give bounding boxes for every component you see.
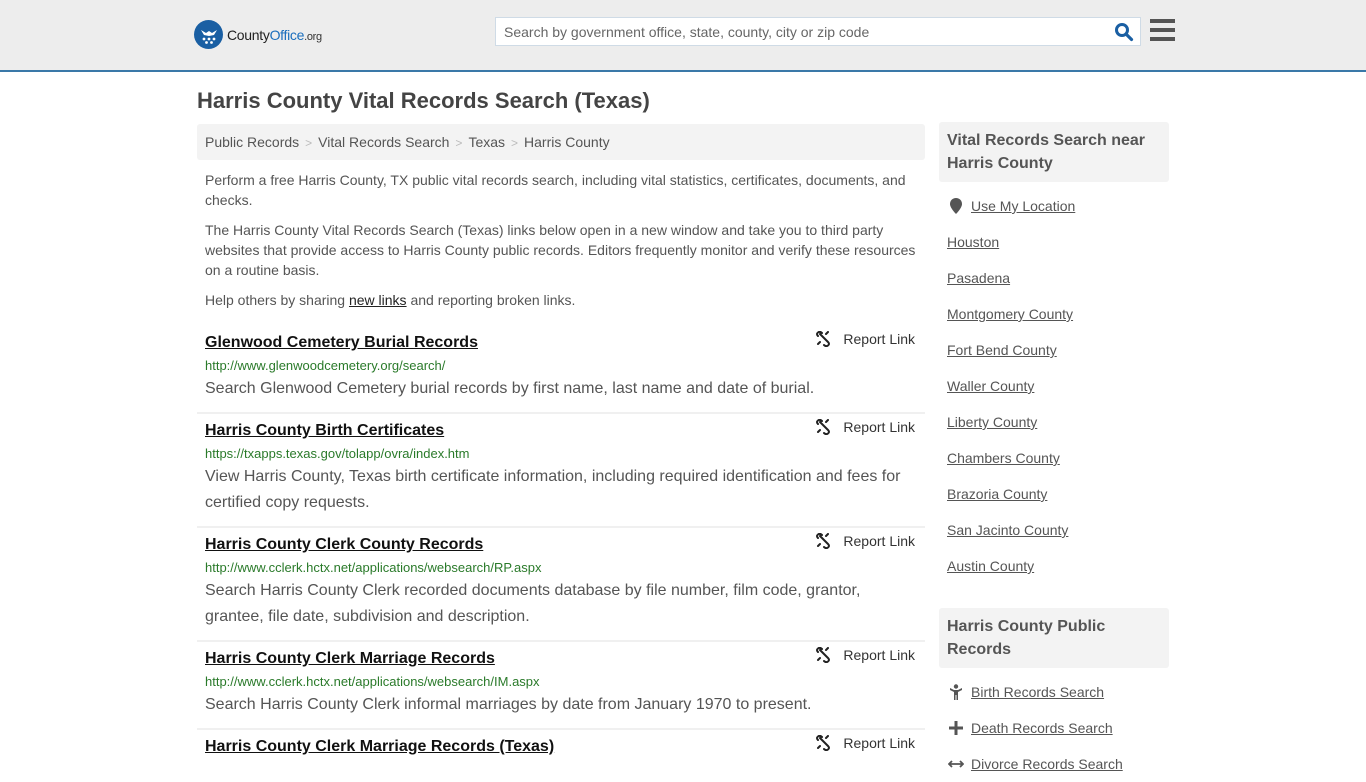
sidebar-item-death: Death Records Search xyxy=(947,710,1169,746)
nearby-link[interactable]: Waller County xyxy=(947,378,1034,394)
sidebar-item-austin: Austin County xyxy=(947,548,1169,584)
sidebar-item-chambers: Chambers County xyxy=(947,440,1169,476)
broken-link-icon xyxy=(816,647,831,663)
intro-paragraph: Help others by sharing new links and rep… xyxy=(205,292,576,308)
nearby-link[interactable]: Chambers County xyxy=(947,450,1060,466)
result-title-link[interactable]: Harris County Clerk Marriage Records (Te… xyxy=(205,736,554,758)
nearby-link[interactable]: Fort Bend County xyxy=(947,342,1057,358)
sidebar-public-records: Harris County Public Records Birth Recor… xyxy=(939,608,1169,782)
list-item: Harris County Birth Certificates Report … xyxy=(197,414,925,528)
result-title-link[interactable]: Glenwood Cemetery Burial Records xyxy=(205,332,478,354)
nearby-link[interactable]: Montgomery County xyxy=(947,306,1073,322)
result-url: http://www.cclerk.hctx.net/applications/… xyxy=(205,674,540,689)
result-title-link[interactable]: Harris County Birth Certificates xyxy=(205,420,444,442)
intro-text: Perform a free Harris County, TX public … xyxy=(205,170,923,320)
broken-link-icon xyxy=(816,533,831,549)
site-logo[interactable]: CountyOffice.org xyxy=(194,20,322,49)
result-description: Search Harris County Clerk recorded docu… xyxy=(205,582,861,625)
intro-paragraph: The Harris County Vital Records Search (… xyxy=(205,222,916,278)
use-my-location-link[interactable]: Use My Location xyxy=(971,198,1075,214)
arrows-horizontal-icon xyxy=(947,758,965,770)
result-url: http://www.cclerk.hctx.net/applications/… xyxy=(205,560,542,575)
search-icon[interactable] xyxy=(1114,22,1134,42)
sidebar-heading: Harris County Public Records xyxy=(939,608,1169,668)
sidebar-item-pasadena: Pasadena xyxy=(947,260,1169,296)
result-description: View Harris County, Texas birth certific… xyxy=(205,468,901,511)
eagle-stars-icon xyxy=(194,20,223,49)
use-location-item: Use My Location xyxy=(947,188,1169,224)
sidebar-item-waller: Waller County xyxy=(947,368,1169,404)
breadcrumb-separator: > xyxy=(305,136,313,150)
breadcrumb-separator: > xyxy=(455,136,463,150)
list-item: Harris County Clerk Marriage Records (Te… xyxy=(197,730,925,768)
report-link-button[interactable]: Report Link xyxy=(815,533,915,549)
birth-records-link[interactable]: Birth Records Search xyxy=(971,684,1104,700)
site-header: CountyOffice.org xyxy=(0,0,1366,72)
nearby-link[interactable]: Austin County xyxy=(947,558,1034,574)
nearby-link[interactable]: Brazoria County xyxy=(947,486,1047,502)
search-form xyxy=(495,17,1141,46)
report-link-button[interactable]: Report Link xyxy=(815,735,915,751)
broken-link-icon xyxy=(816,331,831,347)
death-records-link[interactable]: Death Records Search xyxy=(971,720,1113,736)
result-url: http://www.glenwoodcemetery.org/search/ xyxy=(205,358,446,373)
results-list: Glenwood Cemetery Burial Records Report … xyxy=(197,326,925,768)
sidebar-item-liberty: Liberty County xyxy=(947,404,1169,440)
public-records-list: Birth Records Search Death Records Searc… xyxy=(939,674,1169,782)
sidebar-item-san-jacinto: San Jacinto County xyxy=(947,512,1169,548)
report-link-button[interactable]: Report Link xyxy=(815,647,915,663)
sidebar-item-montgomery: Montgomery County xyxy=(947,296,1169,332)
breadcrumb-item[interactable]: Public Records xyxy=(205,134,299,150)
page-title: Harris County Vital Records Search (Texa… xyxy=(197,88,650,113)
broken-link-icon xyxy=(816,419,831,435)
hamburger-menu-icon[interactable] xyxy=(1150,19,1175,41)
report-link-button[interactable]: Report Link xyxy=(815,331,915,347)
breadcrumb: Public Records > Vital Records Search > Texa… xyxy=(197,124,925,160)
result-title-link[interactable]: Harris County Clerk County Records xyxy=(205,534,483,556)
result-url: https://txapps.texas.gov/tolapp/ovra/ind… xyxy=(205,446,470,461)
intro-paragraph: Perform a free Harris County, TX public … xyxy=(205,172,906,208)
sidebar-item-fort-bend: Fort Bend County xyxy=(947,332,1169,368)
sidebar-item-brazoria: Brazoria County xyxy=(947,476,1169,512)
sidebar-item-houston: Houston xyxy=(947,224,1169,260)
breadcrumb-item[interactable]: Vital Records Search xyxy=(318,134,449,150)
map-marker-icon xyxy=(947,198,965,214)
breadcrumb-item[interactable]: Harris County xyxy=(524,134,610,150)
child-icon xyxy=(947,684,965,700)
broken-link-icon xyxy=(816,735,831,751)
search-input[interactable] xyxy=(496,18,1106,45)
cross-icon xyxy=(947,721,965,735)
breadcrumb-separator: > xyxy=(511,136,519,150)
result-description: Search Harris County Clerk informal marr… xyxy=(205,696,812,713)
list-item: Harris County Clerk County Records Repor… xyxy=(197,528,925,642)
result-description: Search Glenwood Cemetery burial records … xyxy=(205,380,815,397)
sidebar-heading: Vital Records Search near Harris County xyxy=(939,122,1169,182)
breadcrumb-item[interactable]: Texas xyxy=(468,134,505,150)
sidebar-item-birth: Birth Records Search xyxy=(947,674,1169,710)
list-item: Glenwood Cemetery Burial Records Report … xyxy=(197,326,925,414)
sidebar-nearby: Vital Records Search near Harris County … xyxy=(939,122,1169,584)
nearby-link[interactable]: Liberty County xyxy=(947,414,1037,430)
result-title-link[interactable]: Harris County Clerk Marriage Records xyxy=(205,648,495,670)
new-links-link[interactable]: new links xyxy=(349,292,407,308)
nearby-link[interactable]: Houston xyxy=(947,234,999,250)
logo-text: CountyOffice.org xyxy=(227,26,322,43)
sidebar-item-divorce: Divorce Records Search xyxy=(947,746,1169,782)
divorce-records-link[interactable]: Divorce Records Search xyxy=(971,756,1123,772)
nearby-link[interactable]: San Jacinto County xyxy=(947,522,1068,538)
list-item: Harris County Clerk Marriage Records Rep… xyxy=(197,642,925,730)
nearby-list: Use My Location Houston Pasadena Montgom… xyxy=(939,188,1169,584)
nearby-link[interactable]: Pasadena xyxy=(947,270,1010,286)
report-link-button[interactable]: Report Link xyxy=(815,419,915,435)
